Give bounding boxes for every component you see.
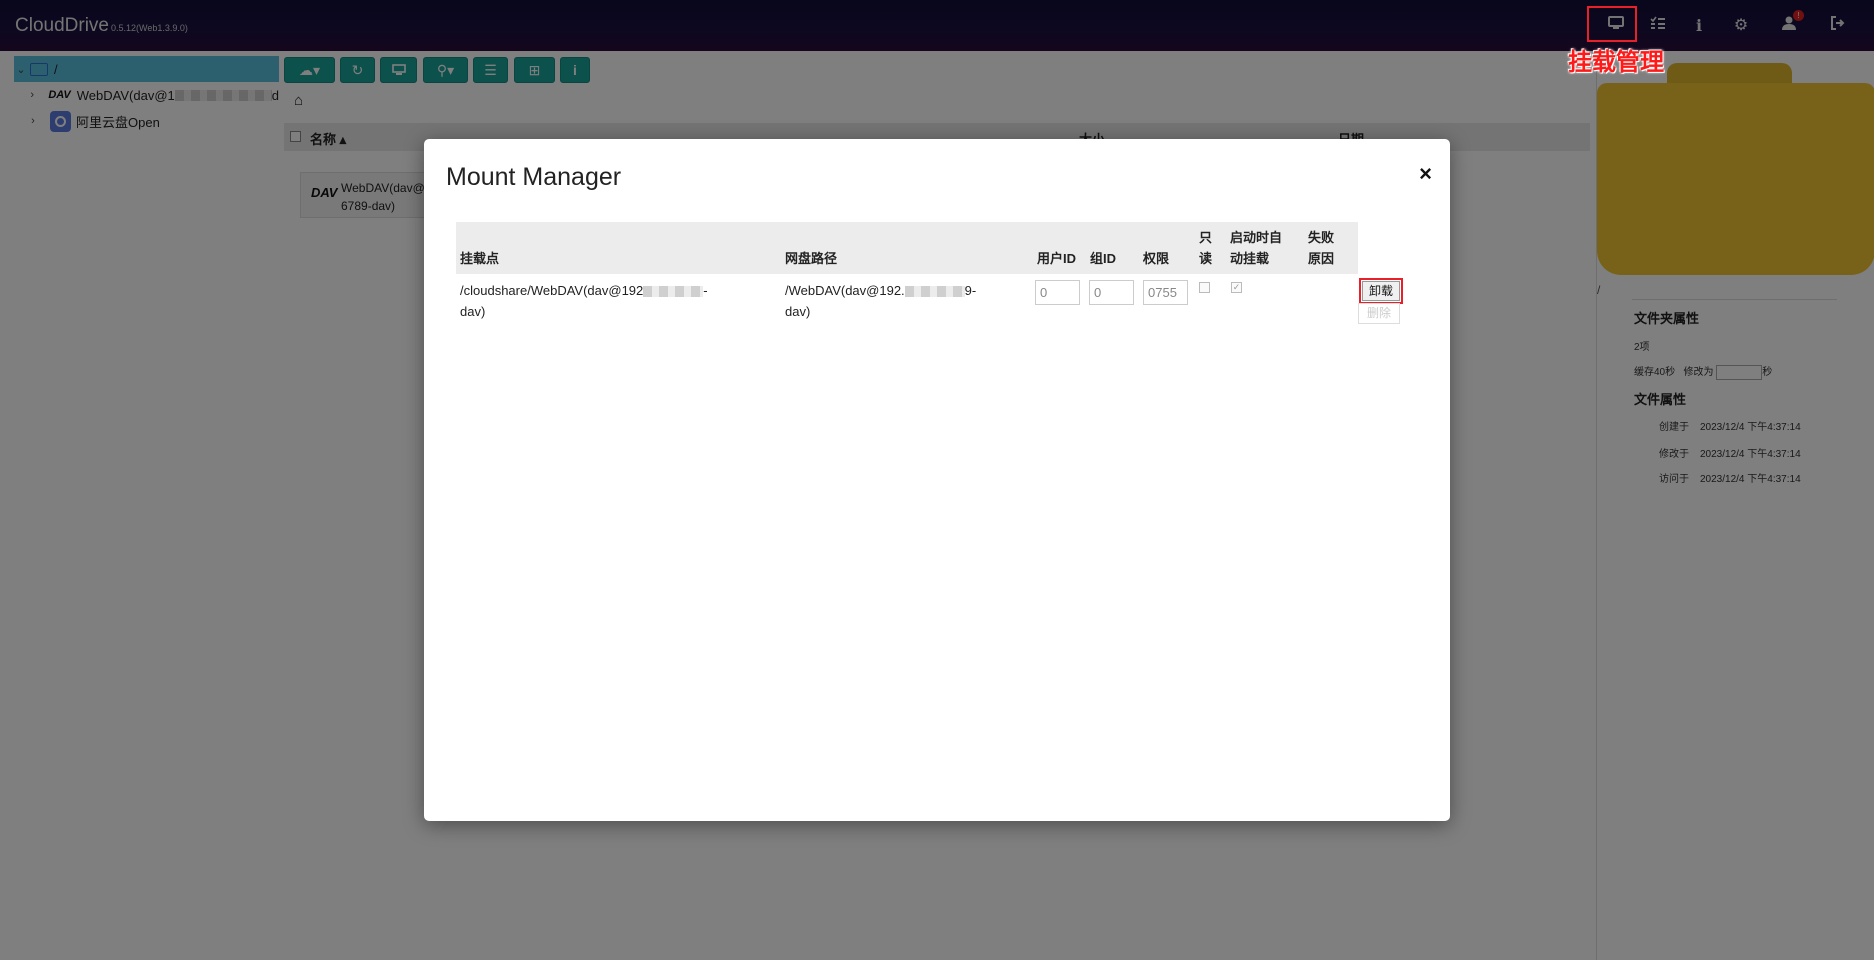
mount-point-text-end: - — [703, 283, 708, 298]
header-readonly: 只 读 — [1199, 227, 1212, 269]
mount-manager-dialog: Mount Manager × 挂载点 网盘路径 用户ID 组ID 权限 只 读… — [424, 139, 1450, 821]
highlight-unmount — [1359, 278, 1403, 304]
mount-point-cell: /cloudshare/WebDAV(dav@192 - dav) — [460, 280, 708, 322]
permission-input[interactable]: 0755 — [1143, 280, 1188, 305]
header-fail-reason-line2: 原因 — [1308, 251, 1335, 266]
mount-table-header — [456, 222, 1358, 274]
auto-mount-checkbox[interactable]: ✓ — [1231, 282, 1242, 293]
header-cloud-path: 网盘路径 — [785, 251, 838, 266]
annotation-label: 挂载管理 — [1568, 49, 1664, 76]
mount-point-text: /cloudshare/WebDAV(dav@192 — [460, 283, 644, 298]
cloud-path-text-end: 9- — [964, 283, 977, 298]
redacted-text — [643, 286, 704, 298]
header-auto-mount-line1: 启动时自 — [1230, 230, 1283, 245]
header-readonly-line2: 读 — [1199, 251, 1213, 266]
delete-button[interactable]: 删除 — [1358, 303, 1400, 324]
redacted-text — [904, 286, 965, 298]
close-button[interactable]: × — [1419, 161, 1432, 187]
header-auto-mount-line2: 动挂载 — [1230, 251, 1270, 266]
header-mount-point: 挂载点 — [460, 251, 500, 266]
group-id-input[interactable]: 0 — [1089, 280, 1134, 305]
header-auto-mount: 启动时自 动挂载 — [1230, 227, 1282, 269]
header-fail-reason-line1: 失败 — [1308, 230, 1335, 245]
header-permission: 权限 — [1143, 251, 1170, 266]
cloud-path-text-line2: dav) — [785, 304, 811, 319]
header-fail-reason: 失败 原因 — [1308, 227, 1334, 269]
mount-point-text-line2: dav) — [460, 304, 486, 319]
header-user-id: 用户ID — [1037, 251, 1077, 266]
readonly-checkbox[interactable] — [1199, 282, 1210, 293]
cloud-path-text: /WebDAV(dav@192. — [785, 283, 905, 298]
user-id-input[interactable]: 0 — [1035, 280, 1080, 305]
dialog-title: Mount Manager — [446, 163, 622, 191]
header-readonly-line1: 只 — [1199, 230, 1213, 245]
header-group-id: 组ID — [1090, 251, 1117, 266]
highlight-mount-manager — [1587, 6, 1637, 42]
cloud-path-cell: /WebDAV(dav@192. 9- dav) — [785, 280, 976, 322]
